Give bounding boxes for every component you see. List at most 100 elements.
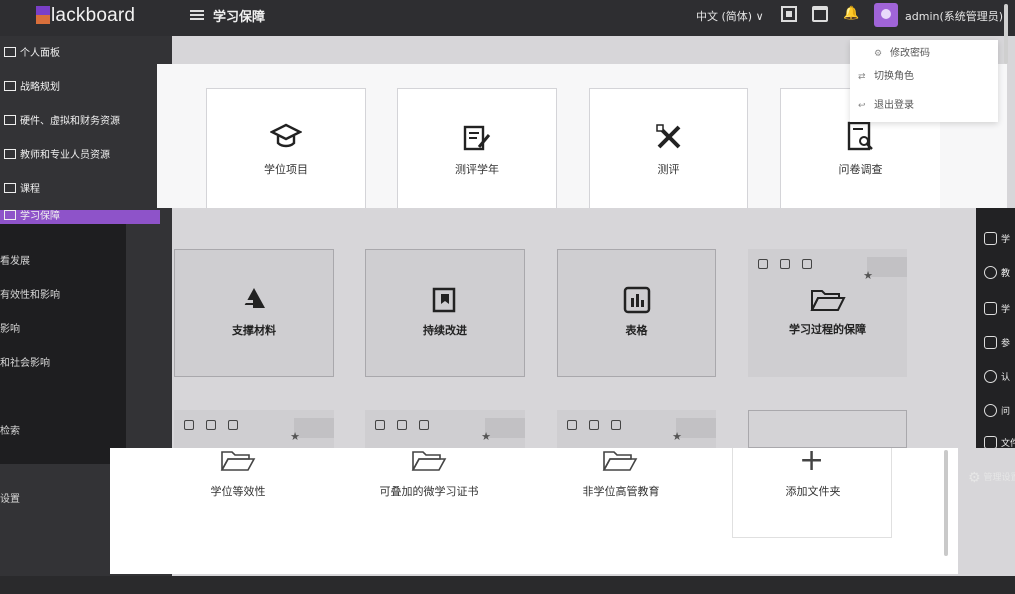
sidebar-item-courses[interactable]: 课程 — [0, 176, 160, 204]
card-support-materials[interactable]: 支撑材料 — [174, 249, 334, 377]
star-icon[interactable]: ★ — [481, 430, 491, 443]
top-bar: lackboard 学习保障 中文 (简体) ∨ 🔔 admin(系统管理员) — [0, 0, 1015, 36]
menu-item-change-password[interactable]: ⚙ 修改密码 — [868, 44, 998, 64]
ruler-pencil-icon — [655, 124, 680, 149]
sidebar-subitem[interactable]: 检索 — [0, 422, 20, 437]
card-assessment-year[interactable]: 测评学年 — [397, 88, 557, 208]
switch-icon: ⇄ — [858, 72, 866, 82]
sidebar-subitem[interactable]: 和社会影响 — [0, 354, 50, 369]
sidebar-item-learning-assurance[interactable]: 学习保障 — [0, 210, 160, 224]
trash-icon[interactable] — [589, 420, 599, 430]
edit-icon[interactable] — [375, 420, 385, 430]
avatar[interactable] — [874, 3, 898, 27]
layers-icon — [243, 288, 265, 308]
card-label: 持续改进 — [423, 324, 467, 337]
right-item[interactable]: 学 — [984, 232, 1015, 252]
sidebar-item-personal-panel[interactable]: 个人面板 — [0, 40, 160, 68]
folder-tab — [867, 257, 907, 277]
folder-card-learning-process[interactable]: ★ 学习过程的保障 — [748, 249, 907, 377]
language-selector[interactable]: 中文 (简体) ∨ — [696, 8, 764, 24]
right-item[interactable]: 教 — [984, 266, 1015, 286]
card-label: 学习过程的保障 — [789, 323, 866, 336]
right-item[interactable]: 认 — [984, 370, 1015, 390]
people-icon — [4, 149, 16, 159]
card-continuous-improvement[interactable]: 持续改进 — [365, 249, 525, 377]
file-icon — [984, 436, 997, 448]
folder-label-exec-education[interactable]: 非学位高管教育 — [557, 483, 685, 499]
right-item[interactable]: 学 — [984, 302, 1015, 322]
page-title: 学习保障 — [213, 10, 266, 25]
card-tables[interactable]: 表格 — [557, 249, 716, 377]
card-label: 支撑材料 — [232, 324, 276, 337]
gear-icon: ⚙ — [968, 470, 981, 486]
trash-icon[interactable] — [780, 259, 790, 269]
folder-open-icon — [411, 451, 447, 471]
document-search-icon — [847, 121, 873, 151]
add-folder-label: 添加文件夹 — [785, 485, 841, 498]
folder-card-degree-equivalence-top[interactable]: ★ — [174, 410, 334, 448]
chat-icon — [984, 404, 997, 417]
sidebar-item-strategy[interactable]: 战略规划 — [0, 74, 160, 102]
help-icon[interactable] — [802, 259, 812, 269]
bookmark-book-icon — [432, 287, 456, 313]
pentagon-icon — [984, 336, 997, 349]
dashboard-icon — [4, 47, 16, 57]
star-icon[interactable]: ★ — [672, 430, 682, 443]
logout-icon: ↩ — [858, 101, 866, 111]
right-sidebar: 学 教 学 参 认 问 文件夹 — [976, 208, 1015, 448]
user-menu: ⚙ 修改密码 ⇄ 切换角色 ↩ 退出登录 — [850, 40, 998, 122]
scrollbar[interactable] — [944, 450, 948, 556]
sidebar-subitem[interactable]: 有效性和影响 — [0, 286, 60, 301]
add-folder-card-top[interactable] — [748, 410, 907, 448]
trash-icon[interactable] — [206, 420, 216, 430]
bell-icon[interactable]: 🔔 — [843, 6, 859, 22]
hardware-icon — [4, 115, 16, 125]
trash-icon[interactable] — [397, 420, 407, 430]
card-assessment[interactable]: 测评 — [589, 88, 748, 208]
folder-tools — [758, 259, 812, 269]
help-icon[interactable] — [228, 420, 238, 430]
edit-icon[interactable] — [184, 420, 194, 430]
list-icon — [4, 183, 16, 193]
manage-settings[interactable]: ⚙ 管理设置 — [968, 470, 1015, 486]
menu-toggle-icon[interactable] — [190, 8, 204, 22]
sidebar-item-resources[interactable]: 硬件、虚拟和财务资源 — [0, 108, 160, 136]
add-folder-card[interactable]: + 添加文件夹 — [732, 446, 892, 538]
sidebar-subitem[interactable]: 设置 — [0, 490, 20, 505]
folder-label-degree-equivalence[interactable]: 学位等效性 — [174, 483, 302, 499]
qr-code-icon[interactable] — [781, 6, 797, 22]
user-name[interactable]: admin(系统管理员) — [905, 8, 1003, 24]
right-item[interactable]: 参 — [984, 336, 1015, 356]
hierarchy-icon — [984, 232, 997, 245]
help-icon[interactable] — [611, 420, 621, 430]
edit-icon[interactable] — [758, 259, 768, 269]
menu-item-switch-role[interactable]: ⇄ 切换角色 — [852, 67, 982, 87]
right-item[interactable]: 问 — [984, 404, 1015, 424]
folder-open-icon — [810, 290, 846, 311]
sidebar-subitem[interactable]: 影响 — [0, 320, 20, 335]
star-icon[interactable]: ★ — [863, 269, 873, 282]
graduation-cap-icon — [270, 123, 302, 148]
right-item[interactable]: 文件夹 — [984, 436, 1015, 448]
folder-label-micro-credential[interactable]: 可叠加的微学习证书 — [365, 483, 493, 499]
calendar-icon[interactable] — [812, 6, 828, 22]
menu-item-logout[interactable]: ↩ 退出登录 — [852, 96, 982, 116]
logo-mark-icon — [36, 6, 50, 24]
edit-icon[interactable] — [567, 420, 577, 430]
scrollbar[interactable] — [1004, 4, 1008, 64]
folder-card-micro-credential-top[interactable]: ★ — [365, 410, 525, 448]
sidebar-subitem[interactable]: 看发展 — [0, 252, 30, 267]
gear-icon: ⚙ — [874, 49, 883, 59]
folder-card-exec-education-top[interactable]: ★ — [557, 410, 716, 448]
sidebar-item-faculty[interactable]: 教师和专业人员资源 — [0, 142, 160, 170]
folder-open-icon — [602, 451, 638, 471]
card-degree-program[interactable]: 学位项目 — [206, 88, 366, 208]
card-label: 表格 — [625, 324, 648, 337]
globe-icon — [984, 266, 997, 279]
app-logo[interactable]: lackboard — [36, 5, 135, 27]
help-icon[interactable] — [419, 420, 429, 430]
checklist-icon — [4, 81, 16, 91]
star-icon[interactable]: ★ — [290, 430, 300, 443]
line-chart-icon — [984, 302, 997, 315]
bottom-bar — [0, 576, 1015, 594]
